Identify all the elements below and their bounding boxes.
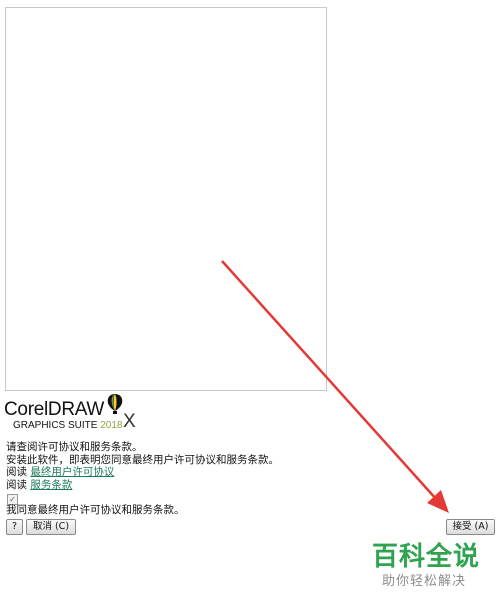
annotation-arrow [221,260,449,513]
watermark-subtitle: 助你轻松解决 [382,574,467,589]
watermark-title: 百科全说 [372,542,481,572]
